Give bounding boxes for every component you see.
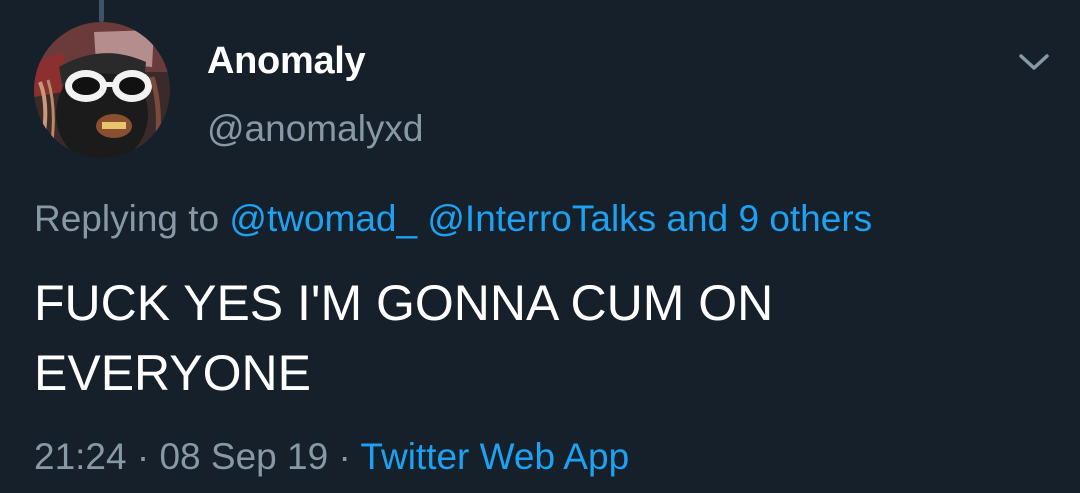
replying-prefix: Replying to [34, 198, 230, 239]
author-handle[interactable]: @anomalyxd [207, 108, 424, 150]
tweet-time: 21:24 [34, 436, 127, 477]
avatar-image [34, 22, 170, 158]
mention-twomad[interactable]: @twomad_ [229, 198, 417, 239]
tweet-date: 08 Sep 19 [159, 436, 329, 477]
tweet-text-line: FUCK YES I'M GONNA CUM ON [34, 275, 774, 331]
tweet-source-link[interactable]: Twitter Web App [360, 436, 629, 477]
chevron-down-icon[interactable] [1016, 50, 1052, 74]
thread-connector-line [99, 0, 104, 22]
author-name[interactable]: Anomaly [207, 40, 366, 83]
tweet-meta: 21:24 · 08 Sep 19 · Twitter Web App [34, 436, 629, 478]
reply-others-link[interactable]: and 9 others [666, 198, 872, 239]
mention-interrotalks[interactable]: @InterroTalks [427, 198, 656, 239]
replying-to-line: Replying to @twomad_ @InterroTalks and 9… [34, 198, 872, 240]
avatar[interactable] [34, 22, 170, 158]
tweet-text-line: EVERYONE [34, 345, 311, 401]
meta-separator: · [126, 436, 160, 477]
meta-separator: · [328, 436, 361, 477]
tweet-text: FUCK YES I'M GONNA CUM ON EVERYONE [34, 268, 1034, 408]
